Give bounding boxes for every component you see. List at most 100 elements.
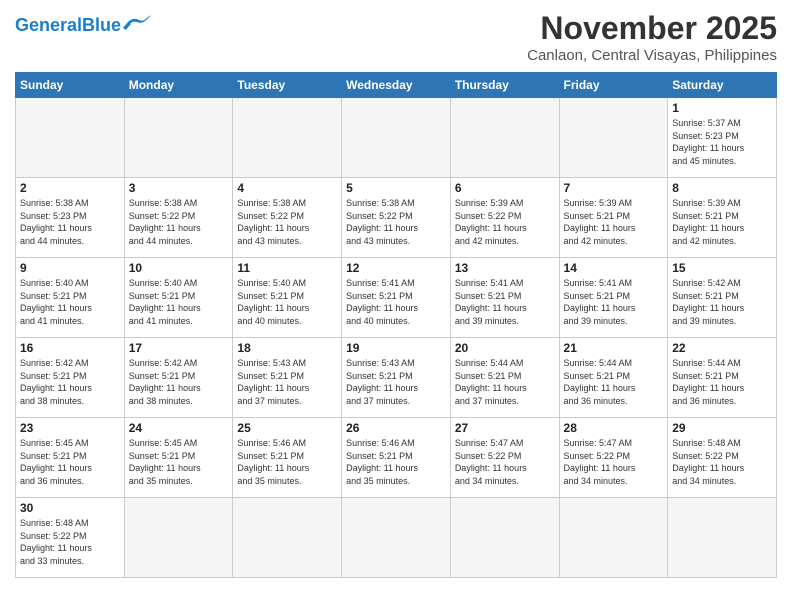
- day-info: Sunrise: 5:38 AM Sunset: 5:22 PM Dayligh…: [346, 197, 446, 247]
- day-info: Sunrise: 5:43 AM Sunset: 5:21 PM Dayligh…: [346, 357, 446, 407]
- day-number: 4: [237, 181, 337, 195]
- day-info: Sunrise: 5:46 AM Sunset: 5:21 PM Dayligh…: [237, 437, 337, 487]
- day-number: 15: [672, 261, 772, 275]
- calendar-header-wednesday: Wednesday: [342, 73, 451, 98]
- day-number: 2: [20, 181, 120, 195]
- day-info: Sunrise: 5:42 AM Sunset: 5:21 PM Dayligh…: [672, 277, 772, 327]
- day-info: Sunrise: 5:47 AM Sunset: 5:22 PM Dayligh…: [455, 437, 555, 487]
- day-info: Sunrise: 5:39 AM Sunset: 5:22 PM Dayligh…: [455, 197, 555, 247]
- calendar-day-cell: 12 Sunrise: 5:41 AM Sunset: 5:21 PM Dayli…: [342, 258, 451, 338]
- calendar-header-sunday: Sunday: [16, 73, 125, 98]
- calendar-day-cell: [233, 498, 342, 578]
- day-info: Sunrise: 5:43 AM Sunset: 5:21 PM Dayligh…: [237, 357, 337, 407]
- calendar-day-cell: 20Sunrise: 5:44 AM Sunset: 5:21 PM Dayli…: [450, 338, 559, 418]
- calendar-day-cell: 18 Sunrise: 5:43 AM Sunset: 5:21 PM Dayli…: [233, 338, 342, 418]
- calendar-day-cell: 15 Sunrise: 5:42 AM Sunset: 5:21 PM Dayli…: [668, 258, 777, 338]
- calendar-day-cell: [124, 98, 233, 178]
- calendar-day-cell: 2 Sunrise: 5:38 AM Sunset: 5:23 PM Daylig…: [16, 178, 125, 258]
- day-info: Sunrise: 5:40 AM Sunset: 5:21 PM Dayligh…: [237, 277, 337, 327]
- calendar-day-cell: 16Sunrise: 5:42 AM Sunset: 5:21 PM Dayli…: [16, 338, 125, 418]
- day-info: Sunrise: 5:41 AM Sunset: 5:21 PM Dayligh…: [346, 277, 446, 327]
- day-info: Sunrise: 5:37 AM Sunset: 5:23 PM Dayligh…: [672, 117, 772, 167]
- day-info: Sunrise: 5:41 AM Sunset: 5:21 PM Dayligh…: [564, 277, 664, 327]
- calendar-day-cell: [450, 98, 559, 178]
- logo-text: GeneralBlue: [15, 15, 121, 36]
- day-info: Sunrise: 5:48 AM Sunset: 5:22 PM Dayligh…: [20, 517, 120, 567]
- calendar-day-cell: 29Sunrise: 5:48 AM Sunset: 5:22 PM Dayli…: [668, 418, 777, 498]
- calendar-day-cell: 10 Sunrise: 5:40 AM Sunset: 5:21 PM Dayli…: [124, 258, 233, 338]
- day-info: Sunrise: 5:41 AM Sunset: 5:21 PM Dayligh…: [455, 277, 555, 327]
- title-block: November 2025 Canlaon, Central Visayas, …: [527, 10, 777, 64]
- calendar-week-row: 1 Sunrise: 5:37 AM Sunset: 5:23 PM Daylig…: [16, 98, 777, 178]
- location-subtitle: Canlaon, Central Visayas, Philippines: [527, 47, 777, 64]
- calendar-week-row: 30 Sunrise: 5:48 AM Sunset: 5:22 PM Dayli…: [16, 498, 777, 578]
- calendar-day-cell: 17Sunrise: 5:42 AM Sunset: 5:21 PM Dayli…: [124, 338, 233, 418]
- calendar-day-cell: [342, 98, 451, 178]
- calendar-day-cell: 13 Sunrise: 5:41 AM Sunset: 5:21 PM Dayli…: [450, 258, 559, 338]
- day-number: 9: [20, 261, 120, 275]
- calendar-table: SundayMondayTuesdayWednesdayThursdayFrid…: [15, 72, 777, 578]
- day-info: Sunrise: 5:40 AM Sunset: 5:21 PM Dayligh…: [20, 277, 120, 327]
- calendar-header-monday: Monday: [124, 73, 233, 98]
- calendar-day-cell: [559, 498, 668, 578]
- day-info: Sunrise: 5:47 AM Sunset: 5:22 PM Dayligh…: [564, 437, 664, 487]
- calendar-day-cell: 26Sunrise: 5:46 AM Sunset: 5:21 PM Dayli…: [342, 418, 451, 498]
- day-info: Sunrise: 5:38 AM Sunset: 5:23 PM Dayligh…: [20, 197, 120, 247]
- calendar-week-row: 9 Sunrise: 5:40 AM Sunset: 5:21 PM Daylig…: [16, 258, 777, 338]
- day-number: 25: [237, 421, 337, 435]
- calendar-day-cell: 7Sunrise: 5:39 AM Sunset: 5:21 PM Daylig…: [559, 178, 668, 258]
- page-header: GeneralBlue November 2025 Canlaon, Centr…: [15, 10, 777, 64]
- calendar-header-saturday: Saturday: [668, 73, 777, 98]
- day-number: 1: [672, 101, 772, 115]
- calendar-day-cell: [233, 98, 342, 178]
- calendar-day-cell: 28Sunrise: 5:47 AM Sunset: 5:22 PM Dayli…: [559, 418, 668, 498]
- day-number: 20: [455, 341, 555, 355]
- calendar-day-cell: 6 Sunrise: 5:39 AM Sunset: 5:22 PM Daylig…: [450, 178, 559, 258]
- day-number: 5: [346, 181, 446, 195]
- day-info: Sunrise: 5:38 AM Sunset: 5:22 PM Dayligh…: [129, 197, 229, 247]
- calendar-day-cell: 11Sunrise: 5:40 AM Sunset: 5:21 PM Dayli…: [233, 258, 342, 338]
- day-info: Sunrise: 5:39 AM Sunset: 5:21 PM Dayligh…: [672, 197, 772, 247]
- calendar-day-cell: 5 Sunrise: 5:38 AM Sunset: 5:22 PM Daylig…: [342, 178, 451, 258]
- day-number: 6: [455, 181, 555, 195]
- calendar-day-cell: 22 Sunrise: 5:44 AM Sunset: 5:21 PM Dayli…: [668, 338, 777, 418]
- calendar-day-cell: 14Sunrise: 5:41 AM Sunset: 5:21 PM Dayli…: [559, 258, 668, 338]
- calendar-day-cell: 8 Sunrise: 5:39 AM Sunset: 5:21 PM Daylig…: [668, 178, 777, 258]
- calendar-day-cell: 9 Sunrise: 5:40 AM Sunset: 5:21 PM Daylig…: [16, 258, 125, 338]
- day-number: 10: [129, 261, 229, 275]
- day-number: 7: [564, 181, 664, 195]
- day-info: Sunrise: 5:42 AM Sunset: 5:21 PM Dayligh…: [129, 357, 229, 407]
- calendar-day-cell: 3 Sunrise: 5:38 AM Sunset: 5:22 PM Daylig…: [124, 178, 233, 258]
- day-number: 16: [20, 341, 120, 355]
- day-number: 29: [672, 421, 772, 435]
- day-number: 13: [455, 261, 555, 275]
- month-year-title: November 2025: [527, 10, 777, 47]
- calendar-day-cell: 19 Sunrise: 5:43 AM Sunset: 5:21 PM Dayli…: [342, 338, 451, 418]
- logo: GeneralBlue: [15, 10, 151, 36]
- calendar-header-row: SundayMondayTuesdayWednesdayThursdayFrid…: [16, 73, 777, 98]
- day-number: 23: [20, 421, 120, 435]
- calendar-day-cell: 4Sunrise: 5:38 AM Sunset: 5:22 PM Daylig…: [233, 178, 342, 258]
- calendar-week-row: 23 Sunrise: 5:45 AM Sunset: 5:21 PM Dayli…: [16, 418, 777, 498]
- day-number: 22: [672, 341, 772, 355]
- calendar-header-friday: Friday: [559, 73, 668, 98]
- calendar-day-cell: 24Sunrise: 5:45 AM Sunset: 5:21 PM Dayli…: [124, 418, 233, 498]
- day-number: 19: [346, 341, 446, 355]
- day-info: Sunrise: 5:40 AM Sunset: 5:21 PM Dayligh…: [129, 277, 229, 327]
- day-number: 30: [20, 501, 120, 515]
- day-info: Sunrise: 5:45 AM Sunset: 5:21 PM Dayligh…: [129, 437, 229, 487]
- day-info: Sunrise: 5:44 AM Sunset: 5:21 PM Dayligh…: [672, 357, 772, 407]
- day-number: 8: [672, 181, 772, 195]
- day-number: 21: [564, 341, 664, 355]
- calendar-day-cell: 27 Sunrise: 5:47 AM Sunset: 5:22 PM Dayli…: [450, 418, 559, 498]
- calendar-day-cell: [342, 498, 451, 578]
- day-number: 27: [455, 421, 555, 435]
- calendar-header-thursday: Thursday: [450, 73, 559, 98]
- day-number: 18: [237, 341, 337, 355]
- day-number: 3: [129, 181, 229, 195]
- day-number: 12: [346, 261, 446, 275]
- calendar-day-cell: 30 Sunrise: 5:48 AM Sunset: 5:22 PM Dayli…: [16, 498, 125, 578]
- calendar-header-tuesday: Tuesday: [233, 73, 342, 98]
- logo-bird-icon: [123, 14, 151, 32]
- calendar-day-cell: [450, 498, 559, 578]
